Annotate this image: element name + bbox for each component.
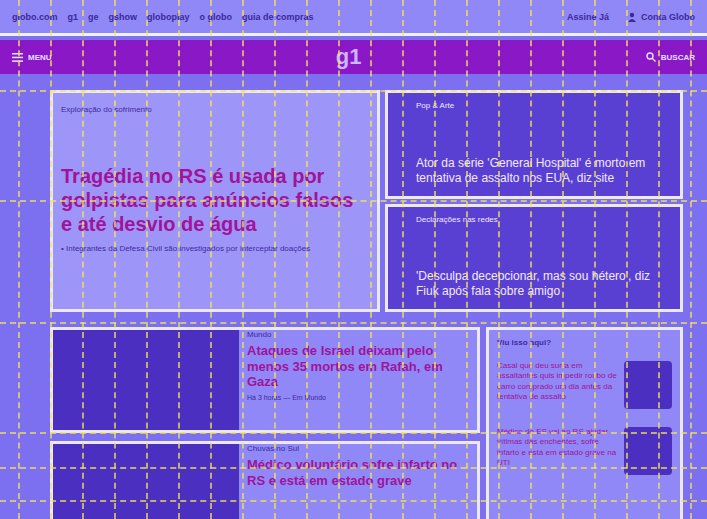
search-button[interactable]: BUSCAR: [646, 52, 695, 62]
grid-column-line: [242, 0, 244, 519]
story-photo: [53, 330, 239, 430]
story-label: Chuvas no Sul: [247, 444, 471, 453]
site-links: globo.com g1 gegshow globoplay o globo guia d…: [12, 12, 314, 22]
story-meta: Há 3 horas — Em Mundo: [247, 394, 471, 401]
grid-column-line: [306, 0, 308, 519]
account-link[interactable]: Conta Globo: [627, 12, 695, 22]
hamburger-icon: [12, 53, 23, 62]
grid-column-line: [338, 0, 340, 519]
grid-column-line: [466, 0, 468, 519]
grid-column-line: [370, 0, 372, 519]
story-headline: Médico do ES vai ao RS ajudar vítimas da…: [497, 427, 618, 475]
grid-row-line: [0, 90, 707, 92]
grid-column-line: [530, 0, 532, 519]
grid-column-line: [210, 0, 212, 519]
sidebar-story[interactable]: Casal que deu surra em assaltantes quis …: [497, 361, 672, 409]
grid-column-line: [562, 0, 564, 519]
site-link[interactable]: g1: [68, 12, 79, 22]
magnifier-icon: [646, 52, 656, 62]
story-label: Pop & Arte: [416, 101, 668, 110]
site-link[interactable]: globo.com: [12, 12, 58, 22]
site-link[interactable]: globoplay: [147, 12, 190, 22]
nav-bar: MENU g1 BUSCAR: [0, 40, 707, 74]
grid-column-line: [594, 0, 596, 519]
account-area: Assine Já Conta Globo: [567, 12, 695, 22]
related-link[interactable]: • Integrantes da Defesa Civil são invest…: [61, 244, 369, 253]
grid-column-line: [18, 0, 20, 519]
story-headline[interactable]: Médico voluntário sofre infarto no RS e …: [247, 457, 471, 488]
grid-row-line: [0, 322, 707, 324]
grid-column-line: [434, 0, 436, 519]
story-label: Declarações nas redes: [416, 215, 668, 224]
sidebar-story[interactable]: Médico do ES vai ao RS ajudar vítimas da…: [497, 427, 672, 475]
main-story[interactable]: Exploração do sofrimento Tragédia no RS …: [50, 90, 380, 312]
story-text: Mundo Ataques de Israel deixam pelo meno…: [247, 330, 471, 430]
site-link[interactable]: guia de compras: [242, 12, 314, 22]
content: Exploração do sofrimento Tragédia no RS …: [0, 74, 707, 519]
g1-homepage: globo.com g1 gegshow globoplay o globo guia d…: [0, 0, 707, 519]
story-headline[interactable]: Tragédia no RS é usada por golpistas par…: [61, 164, 369, 236]
story-photo: [53, 444, 239, 519]
grid-column-line: [82, 0, 84, 519]
site-link[interactable]: o globo: [200, 12, 233, 22]
photo-story[interactable]: Pop & Arte Ator da série 'General Hospit…: [385, 90, 683, 199]
feed-story[interactable]: Chuvas no Sul Médico voluntário sofre in…: [50, 441, 480, 519]
top-bar: globo.com g1 gegshow globoplay o globo guia d…: [0, 0, 707, 36]
grid-column-line: [626, 0, 628, 519]
grid-column-line: [690, 0, 692, 519]
g1-logo[interactable]: g1: [336, 44, 362, 70]
story-headline[interactable]: Ator da série 'General Hospital' é morto…: [416, 156, 668, 186]
grid-column-line: [274, 0, 276, 519]
grid-row-line: [0, 467, 707, 469]
story-label: Exploração do sofrimento: [61, 105, 369, 114]
grid-column-line: [178, 0, 180, 519]
menu-button[interactable]: MENU: [12, 53, 52, 62]
side-stories: Pop & Arte Ator da série 'General Hospit…: [385, 90, 683, 312]
grid-row-line: [0, 432, 707, 434]
feed-story[interactable]: Mundo Ataques de Israel deixam pelo meno…: [50, 327, 480, 433]
hero-section: Exploração do sofrimento Tragédia no RS …: [50, 90, 683, 312]
photo-story[interactable]: Declarações nas redes 'Desculpa decepcio…: [385, 204, 683, 313]
grid-overlay: [0, 0, 707, 519]
grid-row-line: [0, 500, 707, 502]
grid-column-line: [658, 0, 660, 519]
grid-column-line: [402, 0, 404, 519]
story-text: Chuvas no Sul Médico voluntário sofre in…: [247, 444, 471, 519]
story-photo: [624, 361, 672, 409]
story-photo: [624, 427, 672, 475]
story-headline[interactable]: Ataques de Israel deixam pelo menos 35 m…: [247, 343, 471, 390]
story-label: Mundo: [247, 330, 471, 339]
sidebar-title: Viu isso aqui?: [497, 338, 672, 347]
grid-column-line: [50, 0, 52, 519]
sidebar: Viu isso aqui? Casal que deu surra em as…: [486, 327, 683, 519]
subscribe-link[interactable]: Assine Já: [567, 12, 609, 22]
site-link[interactable]: ge: [88, 12, 99, 22]
feed-section: Mundo Ataques de Israel deixam pelo meno…: [50, 327, 683, 519]
grid-row-line: [0, 200, 707, 202]
person-icon: [627, 12, 637, 22]
grid-column-line: [498, 0, 500, 519]
grid-column-line: [114, 0, 116, 519]
site-link[interactable]: gshow: [109, 12, 138, 22]
grid-column-line: [146, 0, 148, 519]
story-headline: Casal que deu surra em assaltantes quis …: [497, 361, 618, 409]
feed-list: Mundo Ataques de Israel deixam pelo meno…: [50, 327, 480, 519]
story-headline[interactable]: 'Desculpa decepcionar, mas sou hétero', …: [416, 269, 668, 299]
